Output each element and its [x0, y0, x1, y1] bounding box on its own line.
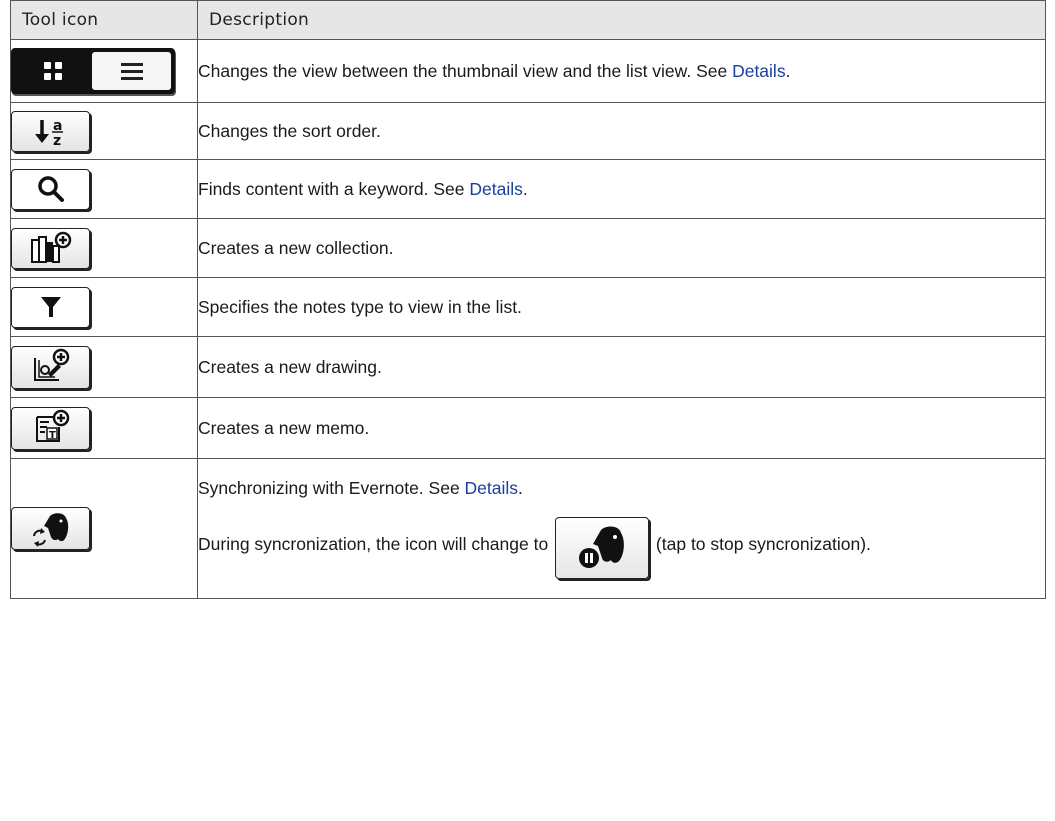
- row-description: Specifies the notes type to view in the …: [197, 277, 1046, 337]
- tool-icon-table: Tool icon Description Changes the view b…: [10, 0, 1046, 599]
- table-header-row: Tool icon Description: [10, 0, 1046, 40]
- new-drawing-button[interactable]: [11, 345, 90, 389]
- table-row: Synchronizing with Evernote. See Details…: [10, 458, 1046, 599]
- list-view-icon[interactable]: [92, 52, 171, 90]
- new-collection-button[interactable]: [11, 227, 90, 269]
- new-memo-button[interactable]: T: [11, 406, 90, 450]
- evernote-sync-button[interactable]: [11, 507, 90, 550]
- table-row: a z Changes the sort order.: [10, 102, 1046, 160]
- table-row: Specifies the notes type to view in the …: [10, 277, 1046, 337]
- table-row: Creates a new collection.: [10, 218, 1046, 278]
- table-row: T Creates a new memo.: [10, 397, 1046, 459]
- view-toggle-button[interactable]: [11, 48, 175, 94]
- evernote-sync-icon: [32, 512, 68, 547]
- row-description: Finds content with a keyword. See Detail…: [197, 159, 1046, 219]
- search-button[interactable]: [11, 168, 90, 210]
- svg-text:z: z: [53, 133, 61, 147]
- row-description: Changes the sort order.: [197, 102, 1046, 160]
- row-description: Creates a new memo.: [197, 397, 1046, 459]
- table-row: Changes the view between the thumbnail v…: [10, 39, 1046, 103]
- details-link[interactable]: Details: [465, 478, 519, 498]
- new-drawing-icon: [33, 348, 69, 381]
- row-description: Changes the view between the thumbnail v…: [197, 39, 1046, 103]
- search-icon: [37, 176, 64, 202]
- evernote-stop-sync-button[interactable]: [555, 517, 650, 579]
- filter-icon: [40, 297, 61, 317]
- header-description: Description: [197, 0, 1046, 40]
- new-memo-icon: T: [35, 409, 69, 442]
- table-row: Creates a new drawing.: [10, 336, 1046, 398]
- table-row: Finds content with a keyword. See Detail…: [10, 159, 1046, 219]
- header-tool-icon: Tool icon: [10, 0, 198, 40]
- evernote-stop-sync-icon: [579, 526, 624, 568]
- thumbnail-view-icon[interactable]: [13, 50, 92, 92]
- new-collection-icon: [30, 231, 71, 263]
- row-description: Creates a new collection.: [197, 218, 1046, 278]
- svg-text:T: T: [49, 430, 56, 441]
- details-link[interactable]: Details: [732, 61, 786, 81]
- sort-order-icon: a z: [34, 118, 63, 147]
- details-link[interactable]: Details: [469, 179, 523, 199]
- filter-button[interactable]: [11, 286, 90, 328]
- row-description: Creates a new drawing.: [197, 336, 1046, 398]
- row-description: Synchronizing with Evernote. See Details…: [197, 458, 1046, 599]
- sort-order-button[interactable]: a z: [11, 110, 90, 152]
